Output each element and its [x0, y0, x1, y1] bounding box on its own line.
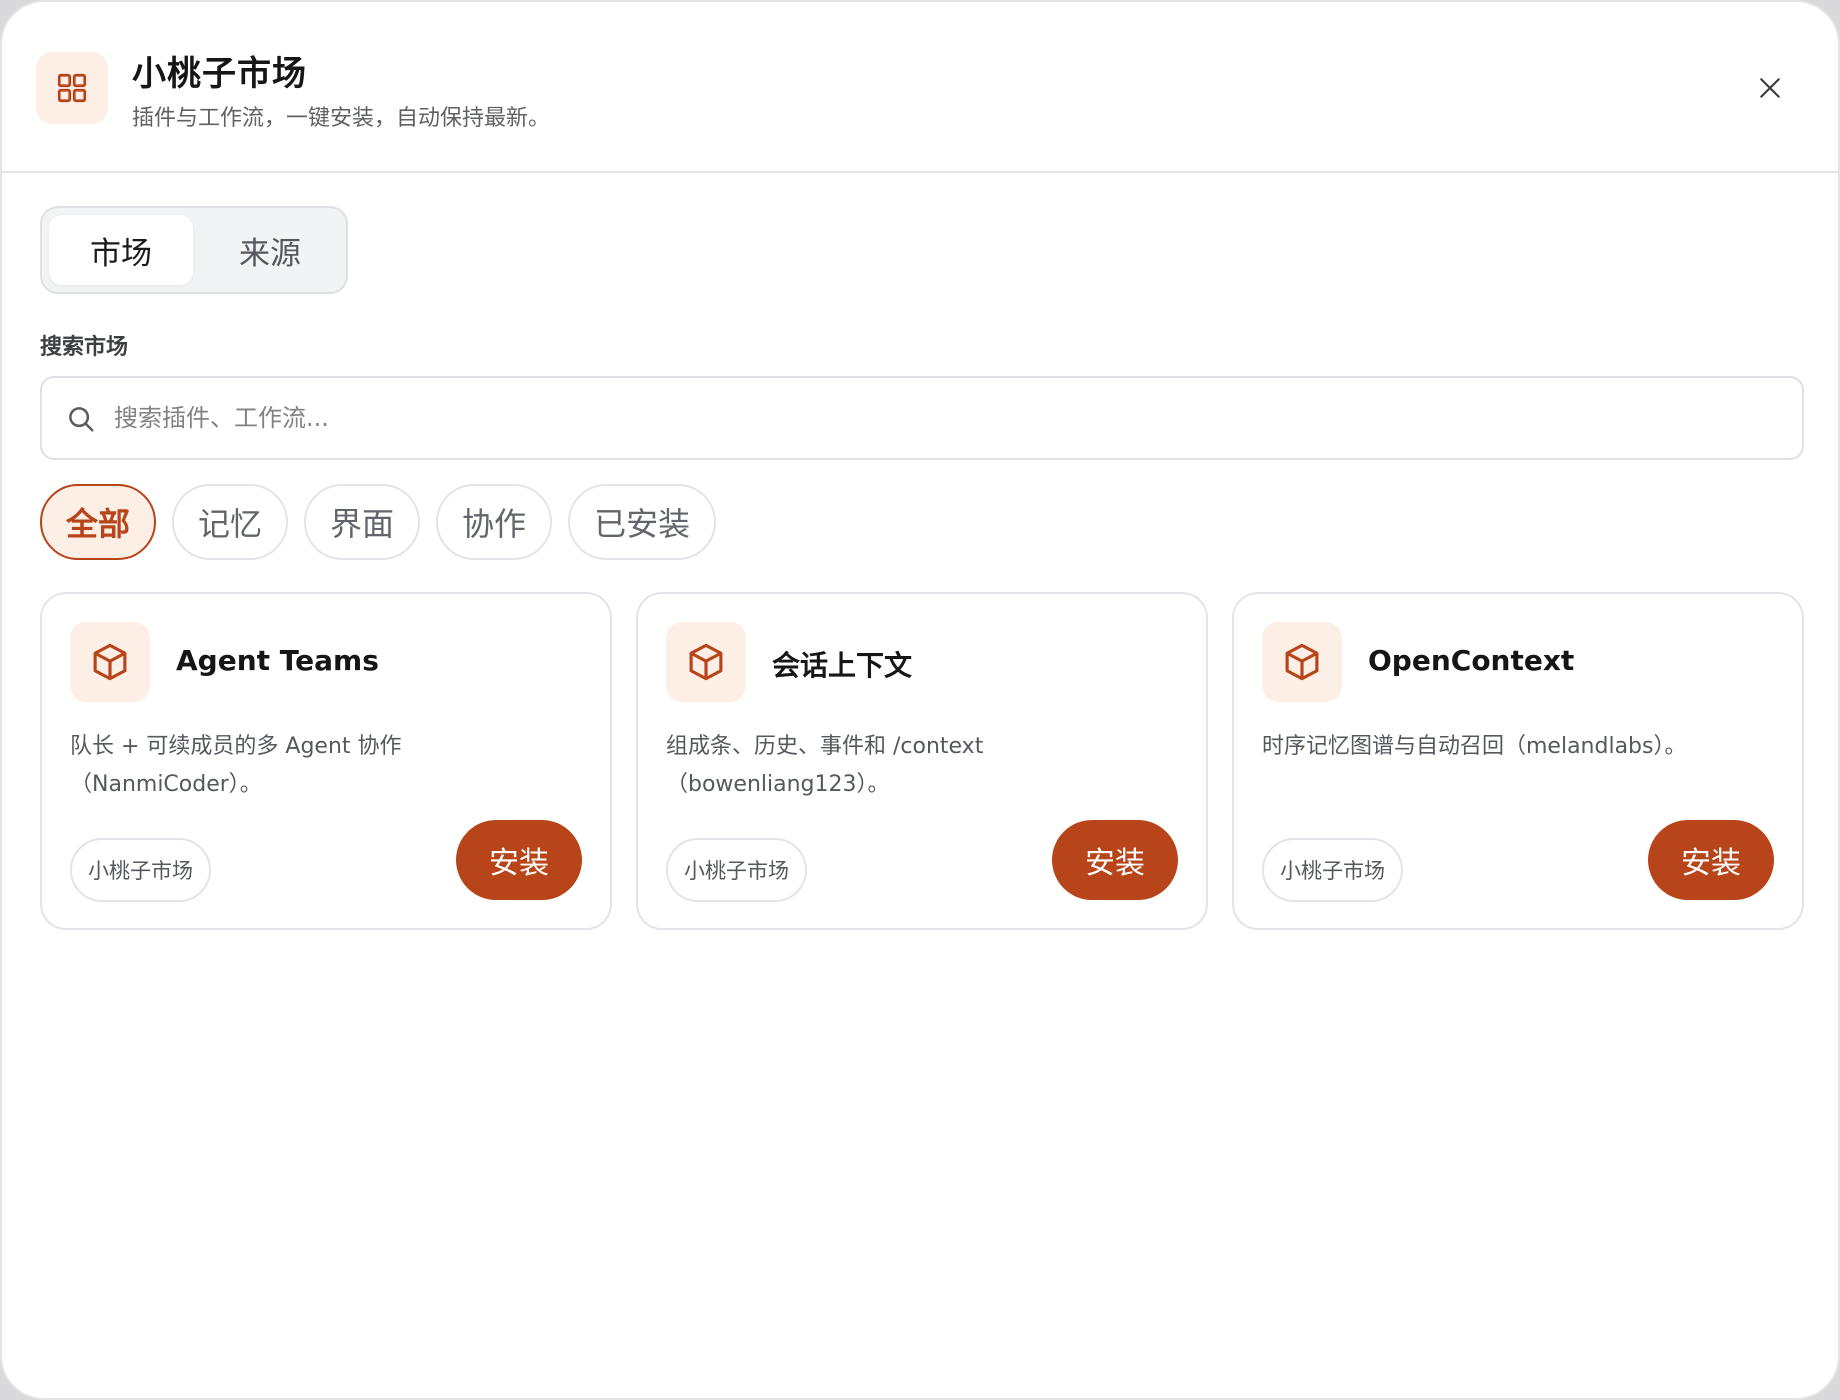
package-icon	[70, 622, 150, 702]
plugin-title: OpenContext	[1368, 644, 1575, 677]
plugin-description: 组成条、历史、事件和 /context（bowenliang123）。	[666, 734, 984, 797]
source-badge: 小桃子市场	[666, 838, 807, 902]
package-icon	[666, 622, 746, 702]
filter-installed[interactable]: 已安装	[568, 484, 717, 560]
dialog-header: 小桃子市场 插件与工作流，一键安装，自动保持最新。	[2, 2, 1838, 173]
filter-collaboration[interactable]: 协作	[436, 484, 553, 560]
source-badge: 小桃子市场	[70, 838, 211, 902]
search-input[interactable]	[114, 378, 1774, 458]
plugin-title: Agent Teams	[176, 644, 379, 677]
plugin-card: Agent Teams 队长 + 可续成员的多 Agent 协作（NanmiCo…	[40, 592, 612, 930]
plugin-description: 时序记忆图谱与自动召回（melandlabs）。	[1262, 734, 1687, 759]
filter-all[interactable]: 全部	[40, 484, 157, 560]
close-button[interactable]	[1752, 70, 1788, 106]
source-badge: 小桃子市场	[1262, 838, 1403, 902]
tab-market[interactable]: 市场	[49, 215, 193, 285]
filter-memory[interactable]: 记忆	[172, 484, 289, 560]
plugin-title: 会话上下文	[772, 649, 913, 682]
dialog-title: 小桃子市场	[132, 54, 307, 94]
view-switcher: 市场 来源	[40, 206, 348, 294]
marketplace-dialog: 小桃子市场 插件与工作流，一键安装，自动保持最新。 市场 来源 搜索市场 全部 …	[0, 0, 1840, 1400]
plugin-description: 队长 + 可续成员的多 Agent 协作（NanmiCoder）。	[70, 734, 402, 797]
plugin-card: 会话上下文 组成条、历史、事件和 /context（bowenliang123）…	[636, 592, 1208, 930]
grid-icon	[36, 52, 108, 124]
package-icon	[1262, 622, 1342, 702]
filter-ui[interactable]: 界面	[304, 484, 421, 560]
install-button[interactable]: 安装	[456, 820, 582, 900]
close-icon	[1760, 78, 1780, 98]
dialog-subtitle: 插件与工作流，一键安装，自动保持最新。	[132, 106, 551, 131]
search-field	[40, 376, 1804, 460]
install-button[interactable]: 安装	[1052, 820, 1178, 900]
search-icon	[69, 407, 94, 432]
search-label: 搜索市场	[40, 335, 129, 360]
tab-sources[interactable]: 来源	[198, 215, 342, 285]
plugin-card: OpenContext 时序记忆图谱与自动召回（melandlabs）。 小桃子…	[1232, 592, 1804, 930]
category-filters: 全部 记忆 界面 协作 已安装	[40, 484, 717, 560]
install-button[interactable]: 安装	[1648, 820, 1774, 900]
